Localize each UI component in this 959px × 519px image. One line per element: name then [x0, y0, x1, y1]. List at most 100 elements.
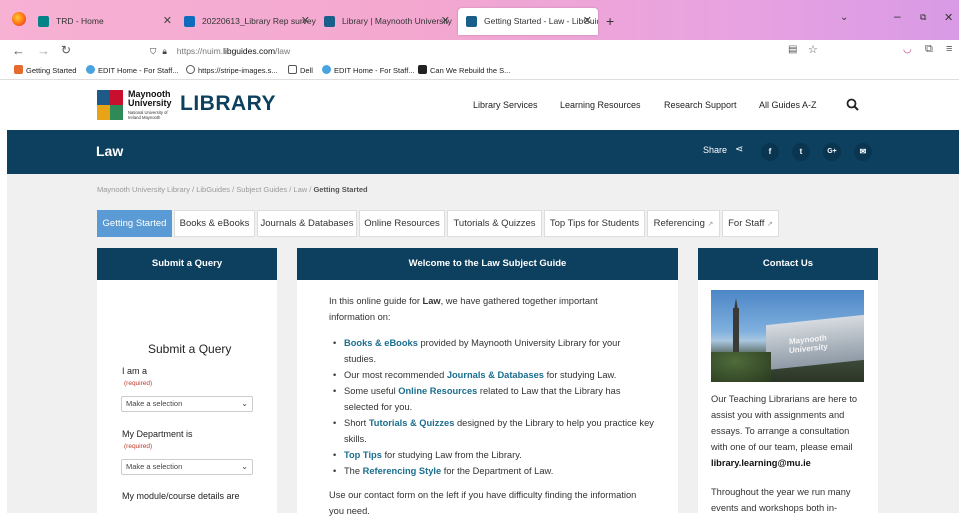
library-wordmark[interactable]: LIBRARY: [180, 92, 276, 116]
department-select[interactable]: Make a selection ⌄: [121, 459, 253, 475]
tab-label: Getting Started - Law - LibGuid: [484, 16, 598, 26]
reader-view-icon[interactable]: ▤: [788, 44, 797, 55]
tab-library-maynooth[interactable]: Library | Maynooth University ✕: [316, 8, 456, 35]
link-tutorials-quizzes[interactable]: Tutorials & Quizzes: [369, 418, 455, 428]
breadcrumb-item[interactable]: LibGuides: [196, 185, 230, 194]
forms-favicon-icon: [184, 16, 195, 27]
pocket-icon[interactable]: ◡: [903, 44, 912, 55]
bullet-text: Short: [344, 418, 369, 428]
outro-text: you need.: [329, 506, 370, 516]
app-menu-icon[interactable]: ≡: [946, 43, 952, 55]
google-plus-icon[interactable]: G+: [823, 143, 841, 161]
bookmark-item[interactable]: EDIT Home - For Staff...: [322, 62, 415, 80]
bookmark-item[interactable]: https://stripe-images.s...: [186, 62, 278, 80]
sharepoint-favicon-icon: [38, 16, 49, 27]
tab-tutorials-quizzes[interactable]: Tutorials & Quizzes: [447, 210, 542, 237]
facebook-icon[interactable]: f: [761, 143, 779, 161]
i-am-a-select[interactable]: Make a selection ⌄: [121, 396, 253, 412]
list-item: Books & eBooks provided by Maynooth Univ…: [333, 335, 662, 367]
back-icon[interactable]: ←: [12, 43, 25, 58]
twitter-icon[interactable]: t: [792, 143, 810, 161]
chevron-down-icon: ⌄: [241, 462, 248, 471]
tab-label: For Staff: [728, 218, 765, 229]
link-books-ebooks[interactable]: Books & eBooks: [344, 338, 418, 348]
maynooth-favicon-icon: [324, 16, 335, 27]
tab-getting-started-law[interactable]: Getting Started - Law - LibGuid ✕: [458, 8, 598, 35]
guide-title-bar: Law Share ⋖ f t G+ ✉: [7, 130, 959, 174]
bookmark-item[interactable]: Dell: [288, 62, 313, 80]
close-window-icon[interactable]: ✕: [944, 11, 953, 24]
bookmark-label: Dell: [300, 66, 313, 75]
cloud-favicon-icon: [86, 65, 95, 74]
field-i-am-a-label: I am a: [122, 366, 148, 376]
select-value: Make a selection: [126, 399, 183, 408]
cloud-favicon-icon: [322, 65, 331, 74]
link-online-resources[interactable]: Online Resources: [398, 386, 477, 396]
nav-library-services[interactable]: Library Services: [473, 80, 538, 130]
bookmark-label: EDIT Home - For Staff...: [334, 66, 415, 75]
close-tab-icon[interactable]: ✕: [441, 8, 450, 35]
library-building-photo: Maynooth University: [711, 290, 864, 382]
tab-for-staff[interactable]: For Staff ↗: [722, 210, 779, 237]
contact-email-link[interactable]: library.learning@mu.ie: [711, 458, 811, 468]
list-item: The Referencing Style for the Department…: [333, 463, 662, 479]
share-icon[interactable]: ⋖: [735, 144, 743, 155]
breadcrumb-item[interactable]: Maynooth University Library: [97, 185, 190, 194]
tracking-shield-icon[interactable]: ⛉: [150, 42, 160, 60]
link-journals-databases[interactable]: Journals & Databases: [447, 370, 544, 380]
bookmark-favicon-icon: [14, 65, 23, 74]
bullet-text: selected for you.: [344, 402, 413, 412]
list-item: Top Tips for studying Law from the Libra…: [333, 447, 662, 463]
email-icon[interactable]: ✉: [854, 143, 872, 161]
close-tab-icon[interactable]: ✕: [163, 8, 172, 35]
contact-text: with one of our team, please email: [711, 442, 853, 452]
bookmark-item[interactable]: Getting Started: [14, 62, 76, 80]
bullet-text: related to Law that the Library has: [477, 386, 621, 396]
tab-books-ebooks[interactable]: Books & eBooks: [174, 210, 255, 237]
bookmark-item[interactable]: EDIT Home - For Staff...: [86, 62, 179, 80]
link-referencing-style[interactable]: Referencing Style: [363, 466, 442, 476]
share-label: Share: [703, 145, 728, 155]
url-path: /law: [275, 46, 291, 56]
field-module-label: My module/course details are: [122, 491, 240, 501]
outro-paragraph: Use our contact form on the left if you …: [329, 487, 669, 519]
lock-icon[interactable]: 🔒︎: [162, 42, 174, 60]
restore-window-icon[interactable]: ⧉: [920, 12, 926, 23]
tab-library-rep-survey[interactable]: 20220613_Library Rep survey fo ✕: [176, 8, 316, 35]
tab-referencing[interactable]: Referencing ↗: [647, 210, 720, 237]
reload-icon[interactable]: ↻: [61, 43, 71, 57]
bullet-text: Some useful: [344, 386, 399, 396]
bullet-text: designed by the Library to help you prac…: [454, 418, 654, 428]
tab-trd-home[interactable]: TRD - Home ✕: [30, 8, 178, 35]
search-icon[interactable]: [846, 98, 859, 111]
nav-research-support[interactable]: Research Support: [664, 80, 737, 130]
bookmark-label: EDIT Home - For Staff...: [98, 66, 179, 75]
bookmarks-toolbar: Getting Started EDIT Home - For Staff...…: [0, 62, 959, 80]
bookmark-item[interactable]: Can We Rebuild the S...: [418, 62, 510, 80]
close-tab-icon[interactable]: ✕: [583, 8, 592, 35]
extensions-icon[interactable]: ⧉: [925, 43, 933, 56]
tab-getting-started[interactable]: Getting Started: [97, 210, 172, 237]
intro-paragraph: In this online guide for Law, we have ga…: [329, 293, 659, 325]
forward-icon[interactable]: →: [37, 43, 50, 58]
firefox-menu-icon[interactable]: [12, 12, 26, 26]
url-field[interactable]: ⛉ 🔒︎ https://nuim.libguides.com/law: [150, 42, 830, 60]
breadcrumb-item[interactable]: Subject Guides: [236, 185, 287, 194]
tab-online-resources[interactable]: Online Resources: [359, 210, 445, 237]
maynooth-crest-logo[interactable]: [97, 90, 123, 120]
nav-learning-resources[interactable]: Learning Resources: [560, 80, 641, 130]
events-text: events and workshops both in-: [711, 503, 838, 513]
tab-journals-databases[interactable]: Journals & Databases: [257, 210, 357, 237]
minimize-window-icon[interactable]: –: [894, 9, 901, 23]
outro-text: Use our contact form on the left if you …: [329, 490, 637, 500]
tab-top-tips[interactable]: Top Tips for Students: [544, 210, 645, 237]
link-top-tips[interactable]: Top Tips: [344, 450, 382, 460]
nav-all-guides[interactable]: All Guides A-Z: [759, 80, 817, 130]
bookmark-star-icon[interactable]: ☆: [808, 43, 818, 56]
new-tab-button[interactable]: +: [606, 13, 614, 29]
close-tab-icon[interactable]: ✕: [301, 8, 310, 35]
list-all-tabs-icon[interactable]: ⌄: [840, 12, 848, 23]
contact-text: Our Teaching Librarians are here to: [711, 394, 858, 404]
events-text: Throughout the year we run many: [711, 487, 851, 497]
breadcrumb-item[interactable]: Law: [293, 185, 307, 194]
